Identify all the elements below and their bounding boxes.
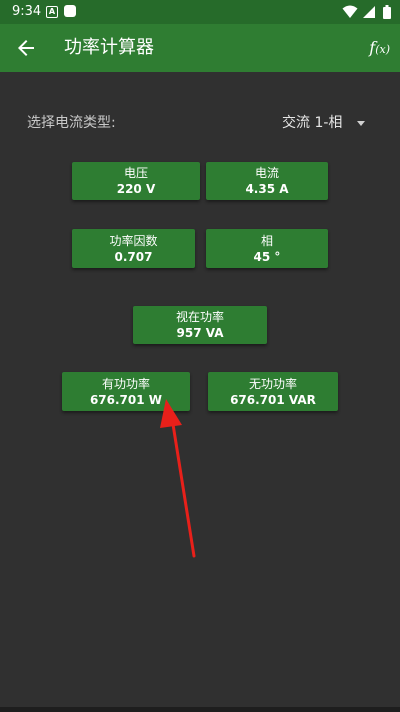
annotation-arrow-icon [160, 399, 196, 558]
current-button[interactable]: 电流 4.35 A [206, 162, 328, 200]
apparent-power-button[interactable]: 视在功率 957 VA [133, 306, 267, 344]
voltage-button[interactable]: 电压 220 V [72, 162, 200, 200]
status-bar: 9:34 A [0, 0, 400, 24]
phase-button[interactable]: 相 45 ° [206, 229, 328, 268]
battery-icon [383, 5, 391, 19]
apparent-power-button-title: 视在功率 [175, 310, 224, 324]
active-power-button-title: 有功功率 [101, 376, 150, 391]
reactive-power-button-value: 676.701 VAR [230, 392, 316, 407]
active-power-button-value: 676.701 W [89, 392, 163, 407]
active-power-button[interactable]: 有功功率 676.701 W [62, 372, 190, 411]
signal-icon [363, 6, 375, 18]
app-bar: 功率计算器 f(x) [0, 24, 400, 72]
voltage-button-title: 电压 [123, 166, 148, 180]
current-button-title: 电流 [254, 166, 279, 180]
back-arrow-icon[interactable] [14, 36, 38, 60]
voltage-button-value: 220 V [116, 182, 156, 196]
current-button-value: 4.35 A [245, 182, 289, 196]
current-type-value: 交流 1-相 [282, 115, 343, 131]
notification-square-icon [64, 5, 76, 17]
power-factor-button-title: 功率因数 [109, 233, 158, 248]
dropdown-arrow-icon [357, 121, 365, 126]
accessibility-a-icon: A [46, 6, 58, 18]
phase-button-title: 相 [260, 233, 273, 248]
phase-button-value: 45 ° [253, 249, 281, 264]
formula-fx-icon[interactable]: f(x) [369, 36, 390, 62]
apparent-power-button-value: 957 VA [176, 326, 224, 340]
status-time: 9:34 [12, 4, 42, 19]
reactive-power-button[interactable]: 无功功率 676.701 VAR [208, 372, 338, 411]
navigation-bar [0, 707, 400, 712]
power-factor-button[interactable]: 功率因数 0.707 [72, 229, 195, 268]
page-title: 功率计算器 [64, 37, 154, 58]
power-factor-button-value: 0.707 [114, 249, 153, 264]
current-type-label: 选择电流类型: [27, 115, 116, 131]
wifi-icon [342, 5, 358, 18]
current-type-dropdown[interactable]: 交流 1-相 [282, 112, 372, 134]
reactive-power-button-title: 无功功率 [248, 376, 297, 391]
fx-sub-label: (x) [375, 43, 390, 56]
